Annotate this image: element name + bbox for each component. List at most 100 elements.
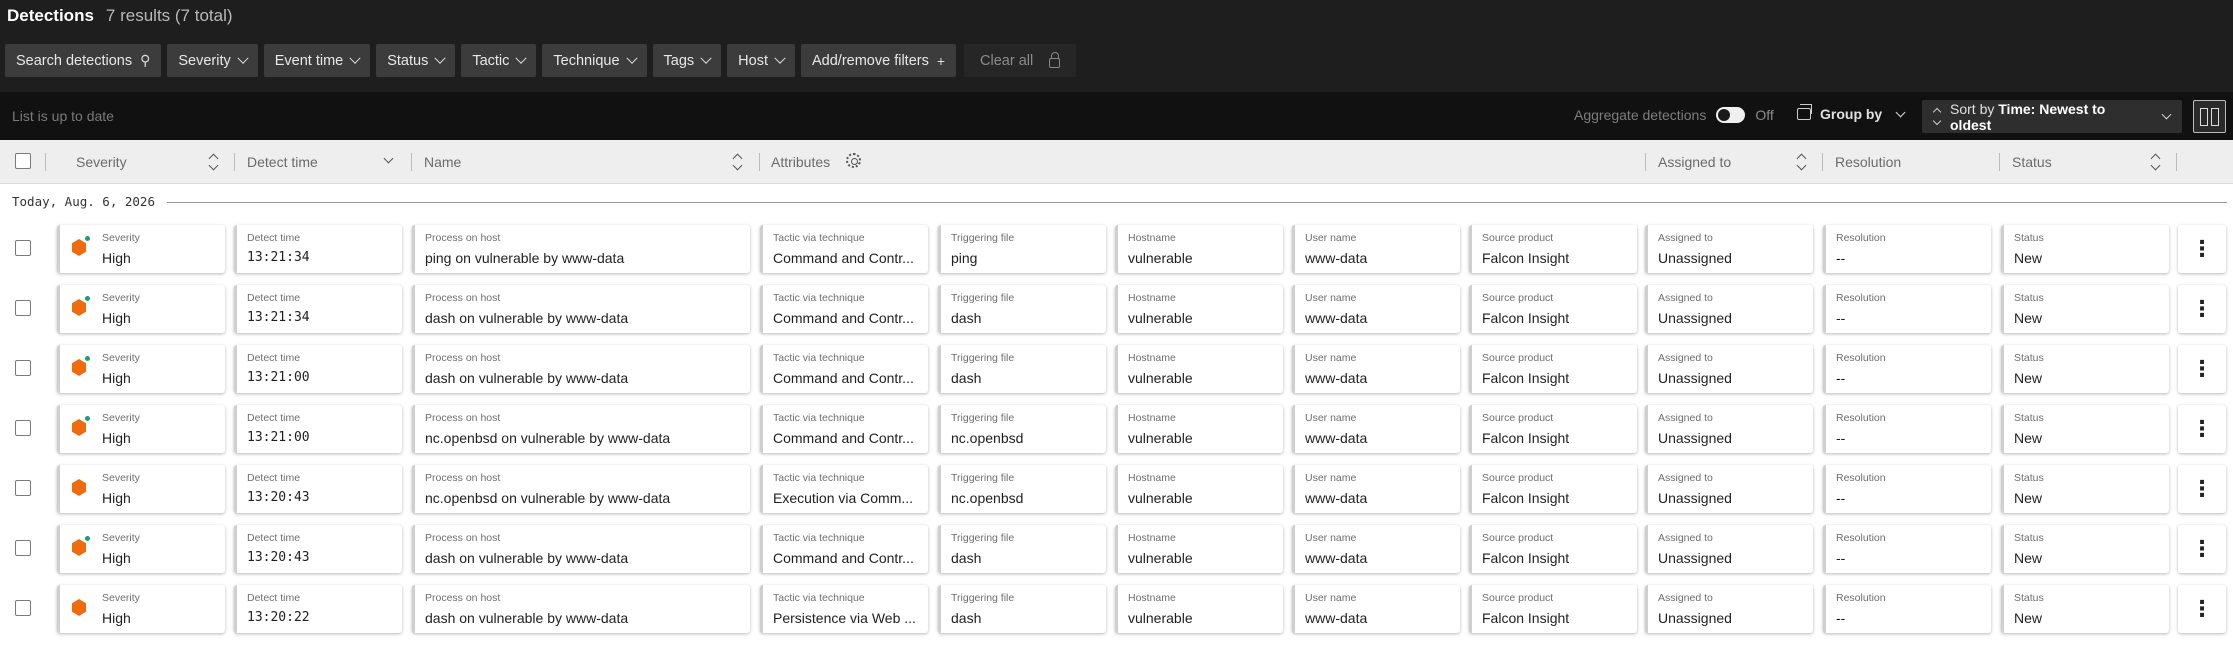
detection-row[interactable]: Severity High Detect time 13:21:34 Process o… bbox=[0, 224, 2233, 284]
severity-cell[interactable]: Severity High bbox=[57, 525, 225, 573]
triggering-file-cell[interactable]: Triggering file dash bbox=[938, 585, 1106, 633]
row-checkbox[interactable] bbox=[15, 420, 31, 436]
source-product-cell[interactable]: Source product Falcon Insight bbox=[1469, 225, 1637, 273]
row-checkbox[interactable] bbox=[15, 240, 31, 256]
process-cell[interactable]: Process on host dash on vulnerable by www… bbox=[412, 345, 750, 393]
tactic-cell[interactable]: Tactic via technique Command and Contr... bbox=[760, 405, 928, 453]
column-name[interactable]: Name bbox=[424, 154, 461, 170]
chevron-down-icon[interactable] bbox=[383, 153, 394, 164]
hostname-cell[interactable]: Hostname vulnerable bbox=[1115, 345, 1283, 393]
severity-cell[interactable]: Severity High bbox=[57, 345, 225, 393]
assigned-to-cell[interactable]: Assigned to Unassigned bbox=[1645, 585, 1813, 633]
hostname-cell[interactable]: Hostname vulnerable bbox=[1115, 585, 1283, 633]
source-product-cell[interactable]: Source product Falcon Insight bbox=[1469, 585, 1637, 633]
tactic-cell[interactable]: Tactic via technique Command and Contr... bbox=[760, 285, 928, 333]
source-product-cell[interactable]: Source product Falcon Insight bbox=[1469, 285, 1637, 333]
detection-row[interactable]: Severity High Detect time 13:21:00 Process o… bbox=[0, 404, 2233, 464]
status-cell[interactable]: Status New bbox=[2001, 585, 2169, 633]
assigned-to-cell[interactable]: Assigned to Unassigned bbox=[1645, 525, 1813, 573]
hostname-cell[interactable]: Hostname vulnerable bbox=[1115, 405, 1283, 453]
resolution-cell[interactable]: Resolution -- bbox=[1823, 285, 1991, 333]
user-name-cell[interactable]: User name www-data bbox=[1292, 525, 1460, 573]
kebab-icon[interactable]: ⋮ bbox=[2178, 285, 2226, 333]
user-name-cell[interactable]: User name www-data bbox=[1292, 225, 1460, 273]
hostname-cell[interactable]: Hostname vulnerable bbox=[1115, 525, 1283, 573]
aggregate-toggle[interactable] bbox=[1716, 107, 1746, 123]
kebab-icon[interactable]: ⋮ bbox=[2178, 225, 2226, 273]
filter-event-time[interactable]: Event time bbox=[263, 44, 371, 77]
column-severity[interactable]: Severity bbox=[76, 154, 127, 170]
resolution-cell[interactable]: Resolution -- bbox=[1823, 585, 1991, 633]
status-cell[interactable]: Status New bbox=[2001, 405, 2169, 453]
status-cell[interactable]: Status New bbox=[2001, 345, 2169, 393]
assigned-to-cell[interactable]: Assigned to Unassigned bbox=[1645, 225, 1813, 273]
user-name-cell[interactable]: User name www-data bbox=[1292, 585, 1460, 633]
column-assigned-to[interactable]: Assigned to bbox=[1658, 154, 1731, 170]
add-remove-filters-button[interactable]: Add/remove filters + bbox=[801, 44, 957, 77]
detection-row[interactable]: Severity High Detect time 13:20:43 Process o… bbox=[0, 524, 2233, 584]
process-cell[interactable]: Process on host dash on vulnerable by www… bbox=[412, 285, 750, 333]
sort-by-dropdown[interactable]: Sort by Time: Newest to oldest bbox=[1922, 100, 2182, 133]
filter-tags[interactable]: Tags bbox=[652, 44, 722, 77]
detection-row[interactable]: Severity High Detect time 13:21:00 Process o… bbox=[0, 344, 2233, 404]
status-cell[interactable]: Status New bbox=[2001, 225, 2169, 273]
sort-assigned-icon[interactable] bbox=[1797, 152, 1807, 172]
column-status[interactable]: Status bbox=[2012, 154, 2052, 170]
triggering-file-cell[interactable]: Triggering file nc.openbsd bbox=[938, 465, 1106, 513]
detect-time-cell[interactable]: Detect time 13:21:00 bbox=[234, 405, 402, 453]
process-cell[interactable]: Process on host nc.openbsd on vulnerable … bbox=[412, 405, 750, 453]
triggering-file-cell[interactable]: Triggering file dash bbox=[938, 345, 1106, 393]
hostname-cell[interactable]: Hostname vulnerable bbox=[1115, 285, 1283, 333]
severity-cell[interactable]: Severity High bbox=[57, 225, 225, 273]
sort-status-icon[interactable] bbox=[2151, 152, 2161, 172]
source-product-cell[interactable]: Source product Falcon Insight bbox=[1469, 345, 1637, 393]
filter-severity[interactable]: Severity bbox=[167, 44, 258, 77]
kebab-icon[interactable]: ⋮ bbox=[2178, 585, 2226, 633]
status-cell[interactable]: Status New bbox=[2001, 525, 2169, 573]
resolution-cell[interactable]: Resolution -- bbox=[1823, 225, 1991, 273]
detection-row[interactable]: Severity High Detect time 13:20:43 Process o… bbox=[0, 464, 2233, 524]
row-checkbox[interactable] bbox=[15, 300, 31, 316]
tactic-cell[interactable]: Tactic via technique Persistence via Web … bbox=[760, 585, 928, 633]
detection-row[interactable]: Severity High Detect time 13:21:34 Process o… bbox=[0, 284, 2233, 344]
triggering-file-cell[interactable]: Triggering file dash bbox=[938, 525, 1106, 573]
triggering-file-cell[interactable]: Triggering file nc.openbsd bbox=[938, 405, 1106, 453]
sort-severity-icon[interactable] bbox=[209, 152, 219, 172]
status-cell[interactable]: Status New bbox=[2001, 465, 2169, 513]
user-name-cell[interactable]: User name www-data bbox=[1292, 405, 1460, 453]
detect-time-cell[interactable]: Detect time 13:20:22 bbox=[234, 585, 402, 633]
row-checkbox[interactable] bbox=[15, 480, 31, 496]
severity-cell[interactable]: Severity High bbox=[57, 465, 225, 513]
assigned-to-cell[interactable]: Assigned to Unassigned bbox=[1645, 285, 1813, 333]
clear-all-button[interactable]: Clear all bbox=[964, 44, 1077, 77]
source-product-cell[interactable]: Source product Falcon Insight bbox=[1469, 525, 1637, 573]
tactic-cell[interactable]: Tactic via technique Execution via Comm..… bbox=[760, 465, 928, 513]
resolution-cell[interactable]: Resolution -- bbox=[1823, 345, 1991, 393]
severity-cell[interactable]: Severity High bbox=[57, 405, 225, 453]
triggering-file-cell[interactable]: Triggering file ping bbox=[938, 225, 1106, 273]
tactic-cell[interactable]: Tactic via technique Command and Contr... bbox=[760, 525, 928, 573]
select-all-checkbox[interactable] bbox=[15, 153, 31, 169]
row-checkbox[interactable] bbox=[15, 600, 31, 616]
gear-icon[interactable] bbox=[846, 153, 861, 168]
detect-time-cell[interactable]: Detect time 13:20:43 bbox=[234, 465, 402, 513]
hostname-cell[interactable]: Hostname vulnerable bbox=[1115, 225, 1283, 273]
process-cell[interactable]: Process on host dash on vulnerable by www… bbox=[412, 525, 750, 573]
source-product-cell[interactable]: Source product Falcon Insight bbox=[1469, 465, 1637, 513]
resolution-cell[interactable]: Resolution -- bbox=[1823, 465, 1991, 513]
kebab-icon[interactable]: ⋮ bbox=[2178, 345, 2226, 393]
status-cell[interactable]: Status New bbox=[2001, 285, 2169, 333]
process-cell[interactable]: Process on host nc.openbsd on vulnerable … bbox=[412, 465, 750, 513]
assigned-to-cell[interactable]: Assigned to Unassigned bbox=[1645, 405, 1813, 453]
user-name-cell[interactable]: User name www-data bbox=[1292, 465, 1460, 513]
column-resolution[interactable]: Resolution bbox=[1835, 154, 1901, 170]
filter-technique[interactable]: Technique bbox=[542, 44, 647, 77]
filter-host[interactable]: Host bbox=[727, 44, 795, 77]
kebab-icon[interactable]: ⋮ bbox=[2178, 525, 2226, 573]
search-detections-button[interactable]: Search detections ⚲ bbox=[5, 44, 162, 77]
kebab-icon[interactable]: ⋮ bbox=[2178, 405, 2226, 453]
toggle-view-button[interactable] bbox=[2193, 100, 2226, 133]
process-cell[interactable]: Process on host dash on vulnerable by www… bbox=[412, 585, 750, 633]
tactic-cell[interactable]: Tactic via technique Command and Contr... bbox=[760, 345, 928, 393]
process-cell[interactable]: Process on host ping on vulnerable by www… bbox=[412, 225, 750, 273]
